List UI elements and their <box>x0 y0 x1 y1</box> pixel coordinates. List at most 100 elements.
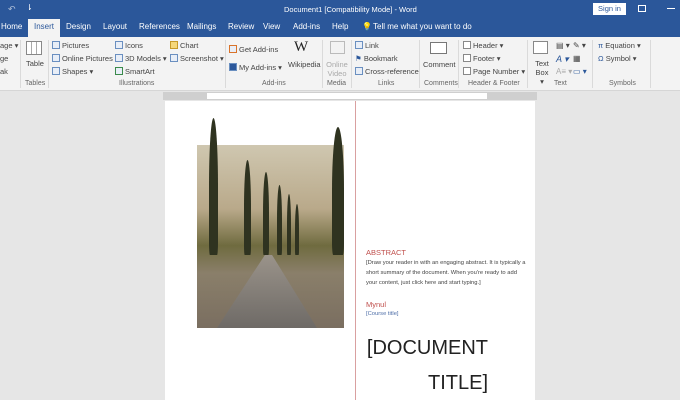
column-divider <box>355 101 356 400</box>
icons-button[interactable]: Icons <box>115 41 143 50</box>
cover-photo <box>197 117 344 328</box>
group-label-text: Text <box>554 80 567 87</box>
date-time-icon[interactable]: ▦ <box>573 54 581 63</box>
footer-button[interactable]: Footer ▾ <box>463 54 501 63</box>
group-label-comments: Comments <box>424 80 458 87</box>
tab-review[interactable]: Review <box>228 22 254 31</box>
group-label-header-footer: Header & Footer <box>468 80 520 87</box>
label: SmartArt <box>125 67 155 76</box>
online-video-button[interactable]: Online Video <box>325 60 349 78</box>
label: Bookmark <box>363 54 398 63</box>
comment-button[interactable]: Comment <box>423 60 456 69</box>
group-label-tables: Tables <box>25 80 46 87</box>
get-add-ins-button[interactable]: Get Add-ins <box>229 45 278 54</box>
label: Pictures <box>62 41 90 50</box>
horizontal-ruler[interactable] <box>163 92 537 100</box>
bookmark-icon: ⚑ <box>355 54 364 63</box>
cross-reference-button[interactable]: Cross-reference <box>355 67 419 76</box>
online-video-icon <box>330 41 345 54</box>
course-title[interactable]: [Course title] <box>366 311 399 317</box>
page-number-button[interactable]: Page Number ▾ <box>463 67 525 76</box>
tab-mailings[interactable]: Mailings <box>187 22 216 31</box>
tab-view[interactable]: View <box>263 22 280 31</box>
3d-models-button[interactable]: 3D Models ▾ <box>115 54 167 63</box>
cross-reference-icon <box>355 67 363 75</box>
pictures-button[interactable]: Pictures <box>52 41 89 50</box>
online-pictures-button[interactable]: Online Pictures <box>52 54 113 63</box>
drop-cap-icon[interactable]: A≡ ▾ <box>556 67 572 76</box>
document-title-line-1[interactable]: [DOCUMENT <box>367 337 488 360</box>
pictures-icon <box>52 41 60 49</box>
group-label-add-ins: Add-ins <box>262 80 286 87</box>
blank-page-button[interactable]: ge <box>0 54 8 63</box>
label: Online Pictures <box>62 54 113 63</box>
title-bar: ↶ ⇂ Document1 [Compatibility Mode] - Wor… <box>0 0 680 18</box>
tell-me-search[interactable]: Tell me what you want to do <box>373 22 472 31</box>
label: Link <box>365 41 379 50</box>
group-label-media: Media <box>327 80 347 87</box>
tab-home[interactable]: Home <box>1 22 22 31</box>
document-title-line-2[interactable]: TITLE] <box>428 372 488 395</box>
omega-icon: Ω <box>598 54 606 63</box>
3d-models-icon <box>115 54 123 62</box>
tab-references[interactable]: References <box>139 22 180 31</box>
lightbulb-icon: 💡 <box>362 22 372 31</box>
text-box-button[interactable]: Text Box ▾ <box>533 59 551 86</box>
minimize-icon[interactable] <box>667 8 675 9</box>
shapes-button[interactable]: Shapes ▾ <box>52 67 93 76</box>
label: Shapes ▾ <box>62 67 94 76</box>
equation-button[interactable]: π Equation ▾ <box>598 41 641 50</box>
sign-in-button[interactable]: Sign in <box>593 3 626 15</box>
footer-icon <box>463 54 471 62</box>
wikipedia-icon: W <box>294 39 309 55</box>
link-button[interactable]: Link <box>355 41 379 50</box>
wordart-icon[interactable]: A ▾ <box>556 54 569 65</box>
smartart-icon <box>115 67 123 75</box>
quick-parts-icon[interactable]: ▤ ▾ <box>556 41 570 50</box>
page-number-icon <box>463 67 471 75</box>
object-icon[interactable]: ▭ ▾ <box>573 67 587 76</box>
label: 3D Models ▾ <box>125 54 167 63</box>
abstract-heading[interactable]: ABSTRACT <box>366 248 406 257</box>
cover-page-button[interactable]: age ▾ <box>0 41 18 50</box>
chart-button[interactable]: Chart <box>170 41 198 50</box>
screenshot-button[interactable]: Screenshot ▾ <box>170 54 224 63</box>
label: Footer ▾ <box>473 54 501 63</box>
add-ins-icon <box>229 63 237 71</box>
page-break-button[interactable]: ak <box>0 67 8 76</box>
label: My Add-ins ▾ <box>239 63 282 72</box>
abstract-body[interactable]: [Draw your reader in with an engaging ab… <box>366 258 528 288</box>
window-title: Document1 [Compatibility Mode] - Word <box>284 5 417 14</box>
ribbon-display-icon[interactable] <box>638 5 646 12</box>
tab-help[interactable]: Help <box>332 22 348 31</box>
wikipedia-button[interactable]: Wikipedia <box>288 60 321 69</box>
group-label-illustrations: Illustrations <box>119 80 155 87</box>
group-label-links: Links <box>378 80 395 87</box>
ribbon: age ▾ ge ak Table Tables Pictures Online… <box>0 37 680 91</box>
label: Symbol ▾ <box>605 54 637 63</box>
bookmark-button[interactable]: ⚑ Bookmark <box>355 54 398 63</box>
tab-layout[interactable]: Layout <box>103 22 127 31</box>
symbol-button[interactable]: Ω Symbol ▾ <box>598 54 637 63</box>
shapes-icon <box>52 67 60 75</box>
link-icon <box>355 41 363 49</box>
header-button[interactable]: Header ▾ <box>463 41 503 50</box>
icons-icon <box>115 41 123 49</box>
tab-design[interactable]: Design <box>66 22 91 31</box>
label: Get Add-ins <box>239 45 279 54</box>
text-box-icon <box>533 41 548 54</box>
table-button[interactable]: Table <box>26 59 44 68</box>
chart-icon <box>170 41 178 49</box>
undo-icon[interactable]: ↶ <box>8 4 16 15</box>
tab-insert[interactable]: Insert <box>28 19 61 37</box>
screenshot-icon <box>170 54 178 62</box>
signature-line-icon[interactable]: ✎ ▾ <box>573 41 586 50</box>
my-add-ins-button[interactable]: My Add-ins ▾ <box>229 63 282 72</box>
tab-add-ins[interactable]: Add-ins <box>293 22 320 31</box>
smartart-button[interactable]: SmartArt <box>115 67 155 76</box>
label: Screenshot ▾ <box>180 54 224 63</box>
label: Header ▾ <box>473 41 504 50</box>
label: Equation ▾ <box>605 41 641 50</box>
customize-toolbar-icon[interactable]: ⇂ <box>26 3 33 12</box>
author-name[interactable]: Mynul <box>366 300 386 309</box>
